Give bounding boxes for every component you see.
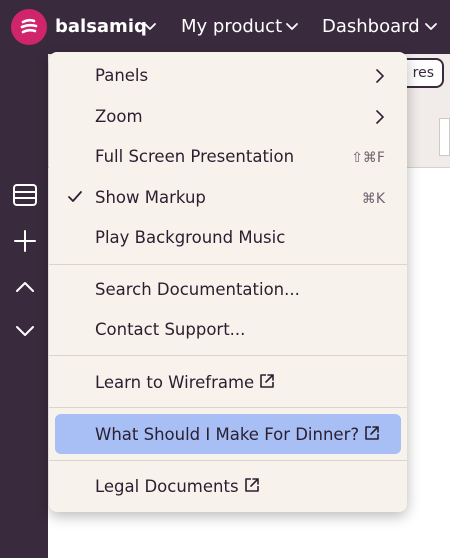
chevron-up-icon[interactable] xyxy=(12,274,38,300)
menu-item-zoom[interactable]: Zoom xyxy=(55,97,401,137)
external-link-icon xyxy=(260,374,275,388)
menu-item-label: Play Background Music xyxy=(95,228,286,247)
wireframe-thumbnail[interactable] xyxy=(439,118,450,156)
chevron-down-icon[interactable] xyxy=(12,318,38,344)
menu-item-label: Learn to Wireframe xyxy=(95,373,255,392)
keyboard-shortcut: ⌘K xyxy=(361,191,385,207)
menu-item-play-music[interactable]: Play Background Music xyxy=(55,218,401,258)
menu-item-full-screen[interactable]: Full Screen Presentation ⇧⌘F xyxy=(55,137,401,177)
product-dropdown-menu: Panels Zoom Full Screen Presentation ⇧⌘F… xyxy=(49,52,407,512)
chevron-right-icon xyxy=(376,69,384,83)
menu-item-learn-wireframe[interactable]: Learn to Wireframe xyxy=(55,362,401,402)
menu-item-label: Full Screen Presentation xyxy=(95,147,295,166)
plus-icon[interactable] xyxy=(12,228,38,254)
menu-item-label: Panels xyxy=(95,66,149,85)
top-header-bar: balsamiq My product Dashboard xyxy=(0,0,450,54)
menu-item-show-markup[interactable]: Show Markup ⌘K xyxy=(55,178,401,218)
chevron-right-icon xyxy=(376,110,384,124)
menu-item-label: Search Documentation... xyxy=(95,280,300,299)
menu-item-contact-support[interactable]: Contact Support... xyxy=(55,310,401,350)
dashboard-menu[interactable]: Dashboard xyxy=(322,16,420,38)
menu-item-label: Show Markup xyxy=(95,188,206,207)
menu-item-label: Zoom xyxy=(95,107,143,126)
chevron-down-icon[interactable] xyxy=(143,22,157,31)
product-menu[interactable]: My product xyxy=(181,16,282,38)
menu-item-dinner[interactable]: What Should I Make For Dinner? xyxy=(55,414,401,454)
menu-item-legal[interactable]: Legal Documents xyxy=(55,466,401,506)
checkmark-icon xyxy=(68,191,82,202)
chevron-down-icon[interactable] xyxy=(424,22,438,31)
menu-divider xyxy=(49,264,407,265)
external-link-icon xyxy=(244,478,259,492)
menu-item-label: Legal Documents xyxy=(95,477,239,496)
keyboard-shortcut: ⇧⌘F xyxy=(351,150,385,166)
brand-name[interactable]: balsamiq xyxy=(55,16,147,38)
chevron-down-icon[interactable] xyxy=(285,22,299,31)
left-sidebar xyxy=(0,54,48,558)
menu-item-label: What Should I Make For Dinner? xyxy=(95,425,360,444)
balsamiq-logo-icon[interactable] xyxy=(11,9,47,45)
menu-item-search-docs[interactable]: Search Documentation... xyxy=(55,270,401,310)
menu-divider xyxy=(49,460,407,461)
menu-item-label: Contact Support... xyxy=(95,320,246,339)
menu-divider xyxy=(49,407,407,408)
external-link-icon xyxy=(365,426,379,440)
panels-icon[interactable] xyxy=(12,182,38,208)
menu-item-panels[interactable]: Panels xyxy=(55,56,401,96)
menu-divider xyxy=(49,355,407,356)
